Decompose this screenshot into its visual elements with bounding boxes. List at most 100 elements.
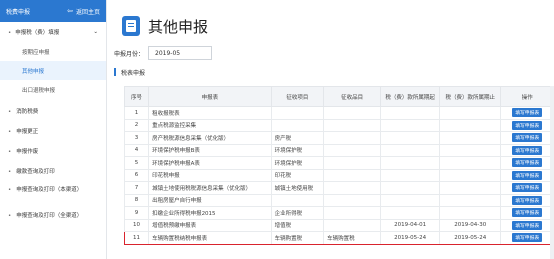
table-cell: 房产税 (270, 131, 325, 145)
sidebar-title: 税费申报 (6, 8, 31, 16)
col-header: 征收品目 (323, 86, 382, 107)
table-cell: 环境保护税申报B表 (148, 143, 272, 157)
sidebar-item-label: 申报查询及打印（本渠道） (16, 187, 83, 193)
table-cell: 出租房屋户自行申报 (148, 193, 272, 207)
sidebar-item-query-all-channel[interactable]: • 申报查询及打印（全渠道） (0, 208, 106, 234)
table-cell (439, 143, 502, 157)
table-cell (380, 181, 441, 195)
table-cell (270, 106, 325, 120)
period-row: 申报月份： 2019-05 (114, 46, 554, 60)
table-cell: 车辆购置税 (323, 231, 382, 245)
table-cell (323, 206, 382, 220)
table-cell (380, 106, 441, 120)
table-cell (380, 118, 441, 132)
fill-form-button[interactable]: 填写申报表 (512, 233, 543, 243)
sidebar-item-void[interactable]: • 申报作废 (0, 142, 106, 162)
sidebar-sub-periodic[interactable]: 按期应申报 (0, 42, 106, 61)
table-cell: 11 (123, 231, 150, 245)
table-cell (439, 156, 502, 170)
action-cell: 填写申报表 (500, 206, 554, 220)
bullet-icon: • (8, 129, 12, 135)
table-cell: 环境保护税 (270, 156, 325, 170)
scrollbar[interactable] (550, 86, 554, 259)
bullet-icon: • (8, 169, 12, 175)
col-header: 操作 (500, 86, 554, 107)
chevron-down-icon: ⌄ (93, 29, 98, 35)
fill-form-button[interactable]: 填写申报表 (512, 158, 543, 168)
fill-form-button[interactable]: 填写申报表 (512, 170, 543, 180)
fill-form-button[interactable]: 填写申报表 (512, 220, 543, 230)
table-cell: 9 (123, 206, 150, 220)
table-cell (323, 218, 382, 232)
sidebar-item-query-this-channel[interactable]: • 申报查询及打印（本渠道） (0, 182, 106, 208)
period-input[interactable]: 2019-05 (148, 46, 213, 60)
col-header: 税（费）款所属期止 (439, 86, 502, 107)
fill-form-button[interactable]: 填写申报表 (512, 108, 543, 118)
table-cell: 2019-04-30 (439, 218, 502, 232)
sidebar-item-correction[interactable]: • 申报更正 (0, 122, 106, 142)
table-cell (380, 143, 441, 157)
action-cell: 填写申报表 (500, 193, 554, 207)
sidebar-item-label: 消防税费 (16, 109, 39, 115)
table-row: 7 城镇土地使用税税源信息采集（优化版） 城镇土地使用税 填写申报表 (123, 181, 554, 195)
period-label: 申报月份： (114, 50, 145, 58)
col-header: 申报表 (148, 86, 272, 107)
bullet-icon: • (8, 187, 12, 193)
action-cell: 填写申报表 (500, 131, 554, 145)
table-cell (380, 131, 441, 145)
table-cell: 6 (123, 168, 150, 182)
table-row: 4 环境保护税申报B表 环境保护税 填写申报表 (123, 143, 554, 157)
action-cell: 填写申报表 (500, 218, 554, 232)
fill-form-button[interactable]: 填写申报表 (512, 120, 543, 130)
section-title: 税表申报 (114, 68, 554, 77)
action-cell: 填写申报表 (500, 181, 554, 195)
table-cell: 4 (123, 143, 150, 157)
table-cell (380, 193, 441, 207)
sidebar-item-label: 缴款查询及打印 (16, 169, 55, 175)
fill-form-button[interactable]: 填写申报表 (512, 145, 543, 155)
bullet-icon: • (8, 213, 12, 219)
sidebar-item-fire-tax[interactable]: • 消防税费 (0, 102, 106, 122)
table-cell: 印花税 (270, 168, 325, 182)
table-cell (323, 118, 382, 132)
sidebar-sub-export-refund[interactable]: 出口退税申报 (0, 80, 106, 99)
table-row: 1 租收报税表 填写申报表 (123, 106, 554, 120)
table-header-row: 序号 申报表 征收项目 征收品目 税（费）款所属期起 税（费）款所属期止 操作 (123, 86, 554, 107)
table-row: 3 房产税税源信息采集（优化版） 房产税 填写申报表 (123, 131, 554, 145)
table-cell: 租收报税表 (148, 106, 272, 120)
table-cell: 2 (123, 118, 150, 132)
bullet-icon: • (8, 30, 12, 36)
table-cell (439, 206, 502, 220)
sidebar-item-label: 申报查询及打印（全渠道） (16, 213, 83, 219)
sidebar-item-payment-query[interactable]: • 缴款查询及打印 (0, 162, 106, 182)
table-cell: 8 (123, 193, 150, 207)
table-cell (439, 131, 502, 145)
table-cell (323, 193, 382, 207)
sidebar-item-label: 申报作废 (16, 149, 39, 155)
table-cell: 房产税税源信息采集（优化版） (148, 131, 272, 145)
fill-form-button[interactable]: 填写申报表 (512, 133, 543, 143)
fill-form-button[interactable]: 填写申报表 (512, 195, 543, 205)
fill-form-button[interactable]: 填写申报表 (512, 183, 543, 193)
action-cell: 填写申报表 (500, 106, 554, 120)
page-header: 其他申报 (114, 8, 554, 44)
table-row: 11 车辆购置税纳税申报表 车辆购置税 车辆购置税 2019-05-24 2019-05-… (123, 231, 554, 245)
table-cell: 企业所得税 (270, 206, 325, 220)
table-cell (323, 156, 382, 170)
sidebar-group-declare[interactable]: • 申报税（费）填报 ⌄ (0, 22, 106, 42)
table-cell: 1 (123, 106, 150, 120)
col-header: 税（费）款所属期起 (380, 86, 441, 107)
table-cell (439, 168, 502, 182)
table-cell: 2019-05-24 (380, 231, 441, 245)
table-cell: 城镇土地使用税税源信息采集（优化版） (148, 181, 272, 195)
declaration-table: 序号 申报表 征收项目 征收品目 税（费）款所属期起 税（费）款所属期止 操作 … (123, 86, 554, 245)
sidebar: 税费申报 ⇦ 返回主页 • 申报税（费）填报 ⌄ 按期应申报 其他申报 出口退税申… (0, 0, 107, 259)
table-cell: 5 (123, 156, 150, 170)
col-header: 序号 (123, 86, 150, 107)
table-cell (323, 143, 382, 157)
sidebar-group-label: 申报税（费）填报 (15, 30, 60, 36)
fill-form-button[interactable]: 填写申报表 (512, 208, 543, 218)
sidebar-sub-other[interactable]: 其他申报 (0, 61, 106, 80)
table-row: 2 重点税源监控采集 填写申报表 (123, 118, 554, 132)
back-home-link[interactable]: ⇦ 返回主页 (67, 7, 100, 16)
